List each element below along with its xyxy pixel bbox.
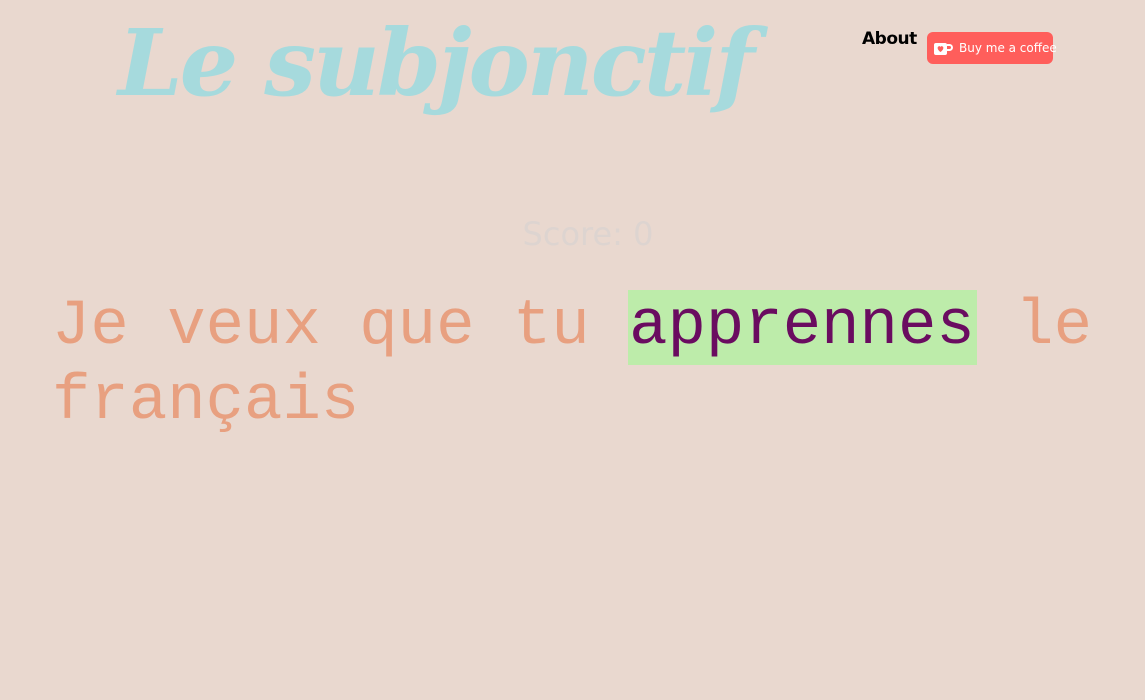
ko-fi-cup-icon (933, 41, 953, 55)
answer-verb[interactable]: apprennes (628, 290, 977, 365)
score-display: Score: 0 (522, 215, 654, 253)
exercise-sentence: Je veux que tu apprennes le français (52, 290, 1145, 440)
site-logo[interactable]: Le subjonctif (118, 8, 755, 118)
buy-me-a-coffee-button[interactable]: Buy me a coffee (927, 32, 1057, 64)
nav-about-link[interactable]: About (862, 29, 917, 49)
sentence-prefix: Je veux que tu (52, 291, 629, 363)
coffee-button-label: Buy me a coffee (959, 41, 1057, 55)
